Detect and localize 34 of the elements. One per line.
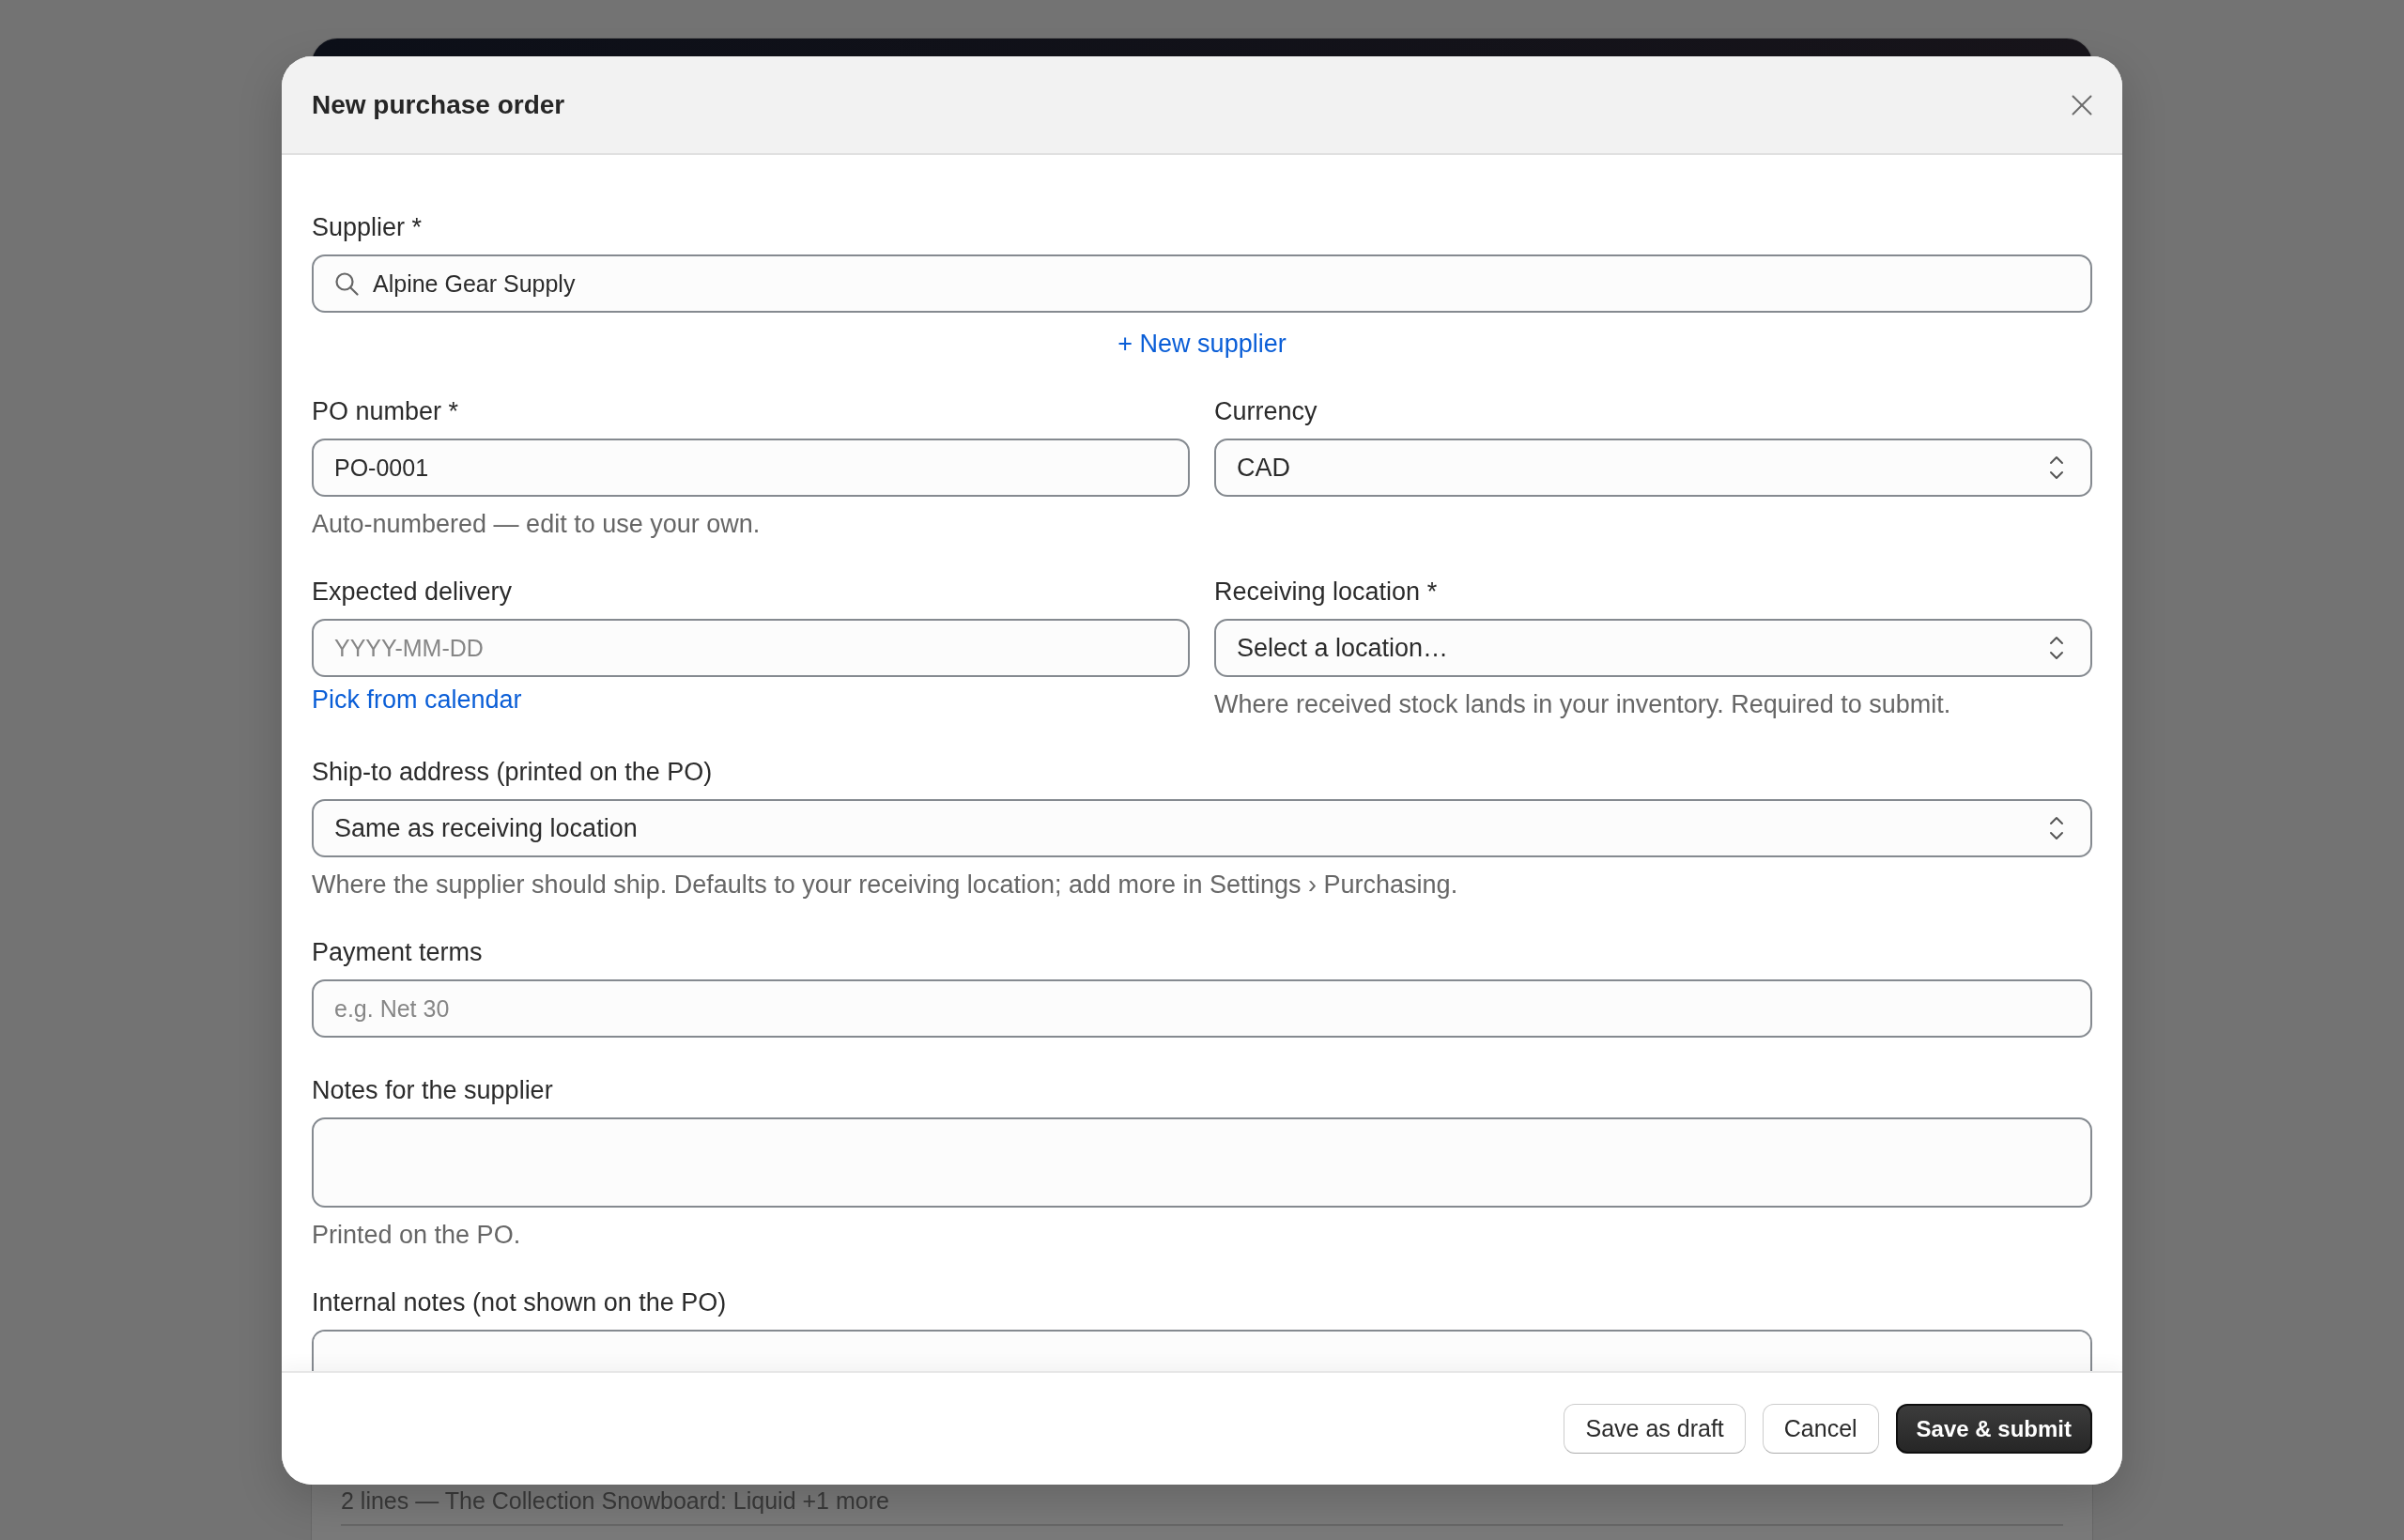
help-text: Auto-numbered — edit to use your own.	[312, 509, 761, 539]
text-link[interactable]: + New supplier	[1117, 329, 1287, 359]
submit-button[interactable]: Save & submit	[1895, 1404, 2092, 1454]
dropdown[interactable]: Select a location…	[1214, 619, 2092, 677]
chevron-up-down-icon	[2049, 816, 2064, 840]
text-area[interactable]	[312, 1330, 2092, 1371]
search-field[interactable]: Alpine Gear Supply	[312, 254, 2092, 313]
help-text: Where received stock lands in your inventory. Required to submit.	[1214, 689, 1951, 719]
secondary-button[interactable]: Cancel	[1762, 1404, 1879, 1454]
text-input[interactable]: e.g. Net 30	[312, 979, 2092, 1038]
dropdown[interactable]: Same as receiving location	[312, 799, 2092, 857]
dropdown[interactable]: CAD	[1214, 439, 2092, 497]
secondary-button[interactable]: Save as draft	[1564, 1404, 1746, 1454]
help-text: Where the supplier should ship. Defaults to your receiving location; add more in Settings › Purchasing.	[312, 870, 1458, 900]
search-icon	[334, 271, 359, 296]
text-area[interactable]	[312, 1117, 2092, 1208]
help-text: Printed on the PO.	[312, 1220, 521, 1250]
summary-text: 2 lines — The Collection Snowboard: Liquid +1 more	[341, 1486, 889, 1515]
field-label: Ship-to address (printed on the PO)	[312, 757, 713, 787]
field-label: Expected delivery	[312, 577, 513, 607]
chevron-up-down-icon	[2049, 636, 2064, 660]
field-label: PO number *	[312, 396, 459, 426]
field-label: Notes for the supplier	[312, 1075, 553, 1105]
text-link[interactable]: Pick from calendar	[312, 685, 522, 715]
text-input[interactable]: PO-0001	[312, 439, 1190, 497]
field-label: Internal notes (not shown on the PO)	[312, 1287, 727, 1317]
field-label: Supplier *	[312, 212, 423, 242]
chevron-up-down-icon	[2049, 455, 2064, 480]
close-icon	[2072, 94, 2092, 116]
field-label: Currency	[1214, 396, 1318, 426]
dialog-title: New purchase order	[312, 89, 565, 120]
field-label: Payment terms	[312, 937, 483, 967]
field-label: Receiving location *	[1214, 577, 1438, 607]
text-input[interactable]: YYYY-MM-DD	[312, 619, 1190, 677]
